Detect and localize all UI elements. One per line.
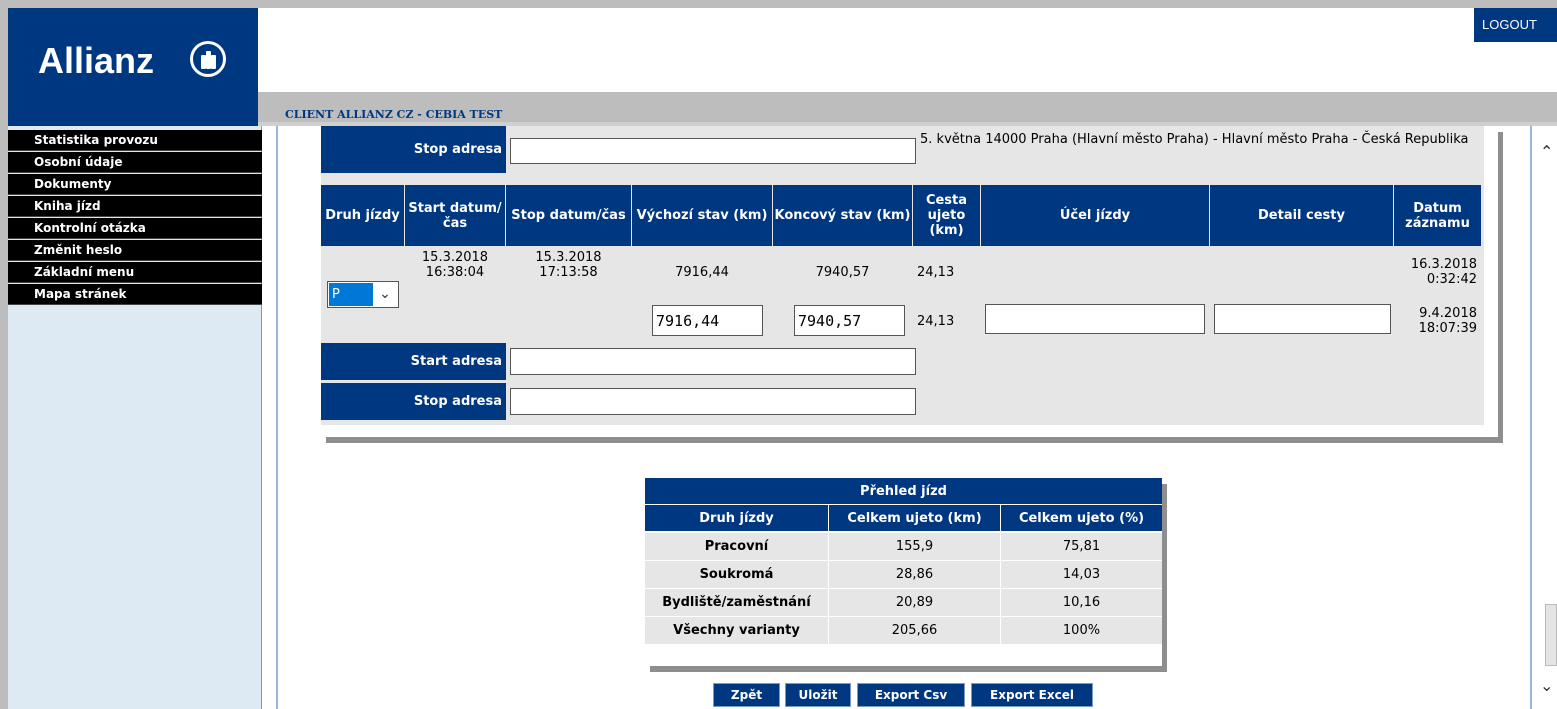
start-address-label: Start adresa	[321, 343, 506, 380]
top-stop-address-label: Stop adresa	[321, 126, 506, 173]
chevron-down-icon[interactable]: ⌄	[1540, 676, 1557, 696]
top-stop-address-text: 5. května 14000 Praha (Hlavní město Prah…	[920, 132, 1469, 147]
row2-cesta-ujeto: 24,13	[917, 313, 955, 329]
content-left-border	[276, 126, 278, 709]
window-top-frame	[0, 0, 1557, 8]
summary-row-pct: 14,03	[1001, 561, 1162, 588]
col-ucel-jizdy: Účel jízdy	[981, 185, 1209, 246]
summary-col-druh: Druh jízdy	[645, 505, 828, 531]
sidebar-item-osobni-udaje[interactable]: Osobní údaje	[8, 152, 262, 173]
row1-koncovy-stav: 7940,57	[815, 264, 870, 280]
export-csv-button[interactable]: Export Csv	[857, 683, 965, 707]
top-stop-address-input[interactable]	[510, 138, 916, 164]
summary-row-pct: 10,16	[1001, 589, 1162, 616]
back-button[interactable]: Zpět	[713, 683, 780, 707]
trip-summary-table: Přehled jízd Druh jízdy Celkem ujeto (km…	[645, 478, 1162, 666]
summary-row-km: 205,66	[829, 617, 1000, 644]
chevron-down-icon: ⌄	[379, 286, 391, 302]
scrollbar-thumb[interactable]	[1545, 604, 1557, 666]
col-start-datum: Start datum/čas	[405, 185, 505, 246]
sidebar-item-mapa-stranek[interactable]: Mapa stránek	[8, 284, 262, 305]
summary-row-km: 20,89	[829, 589, 1000, 616]
summary-row-druh: Bydliště/zaměstnání	[645, 589, 828, 616]
content-right-border	[1530, 126, 1532, 709]
sidebar: Statistika provozu Osobní údaje Dokument…	[8, 126, 262, 709]
sidebar-menu: Statistika provozu Osobní údaje Dokument…	[8, 130, 262, 306]
row1-vychozi-stav: 7916,44	[675, 264, 729, 280]
col-koncovy-stav: Koncový stav (km)	[773, 185, 912, 246]
save-button[interactable]: Uložit	[785, 683, 851, 707]
start-address-input[interactable]	[510, 348, 916, 375]
stop-address-input[interactable]	[510, 388, 916, 415]
logout-button[interactable]: LOGOUT	[1474, 8, 1557, 42]
export-excel-button[interactable]: Export Excel	[971, 683, 1093, 707]
client-label: CLIENT ALLIANZ CZ - CEBIA TEST	[285, 108, 503, 121]
summary-col-km: Celkem ujeto (km)	[829, 505, 1000, 531]
col-vychozi-stav: Výchozí stav (km)	[632, 185, 772, 246]
summary-col-pct: Celkem ujeto (%)	[1001, 505, 1162, 531]
col-detail-cesty: Detail cesty	[1210, 185, 1393, 246]
row1-start-datetime: 15.3.2018 16:38:04	[421, 250, 489, 280]
summary-row-km: 28,86	[829, 561, 1000, 588]
summary-row-km: 155,9	[829, 533, 1000, 560]
sidebar-item-zakladni-menu[interactable]: Základní menu	[8, 262, 262, 283]
chevron-up-icon[interactable]: ⌃	[1540, 142, 1557, 162]
summary-row-pct: 75,81	[1001, 533, 1162, 560]
col-datum-zaznamu: Datum záznamu	[1394, 185, 1481, 246]
summary-row-druh: Soukromá	[645, 561, 828, 588]
col-stop-datum: Stop datum/čas	[506, 185, 631, 246]
row2-detail-cesty-input[interactable]	[1214, 304, 1391, 334]
druh-jizdy-selected-value: P	[329, 283, 373, 306]
sidebar-item-zmenit-heslo[interactable]: Změnit heslo	[8, 240, 262, 261]
row2-vychozi-stav-input[interactable]	[652, 305, 763, 336]
summary-title: Přehled jízd	[645, 478, 1162, 504]
logo-text: Allianz	[38, 40, 155, 81]
stop-address-label: Stop adresa	[321, 383, 506, 420]
row2-ucel-jizdy-input[interactable]	[985, 304, 1205, 334]
summary-row-pct: 100%	[1001, 617, 1162, 644]
allianz-emblem-icon	[190, 41, 226, 77]
row1-datum-zaznamu: 16.3.2018 0:32:42	[1410, 257, 1477, 287]
summary-row-druh: Pracovní	[645, 533, 828, 560]
row2-datum-zaznamu: 9.4.2018 18:07:39	[1418, 306, 1477, 336]
sidebar-item-kniha-jizd[interactable]: Kniha jízd	[8, 196, 262, 217]
brand-logo[interactable]: Allianz	[8, 8, 258, 126]
sidebar-item-dokumenty[interactable]: Dokumenty	[8, 174, 262, 195]
window-left-frame	[0, 0, 8, 709]
col-druh-jizdy: Druh jízdy	[321, 185, 404, 246]
row1-stop-datetime: 15.3.2018 17:13:58	[535, 250, 602, 280]
row2-koncovy-stav-input[interactable]	[794, 305, 905, 336]
summary-row-druh: Všechny varianty	[645, 617, 828, 644]
druh-jizdy-select[interactable]: P ⌄	[327, 281, 399, 308]
sidebar-item-statistika-provozu[interactable]: Statistika provozu	[8, 130, 262, 151]
row1-cesta-ujeto: 24,13	[917, 264, 955, 280]
col-cesta-ujeto: Cesta ujeto (km)	[913, 185, 980, 246]
sidebar-item-kontrolni-otazka[interactable]: Kontrolní otázka	[8, 218, 262, 239]
